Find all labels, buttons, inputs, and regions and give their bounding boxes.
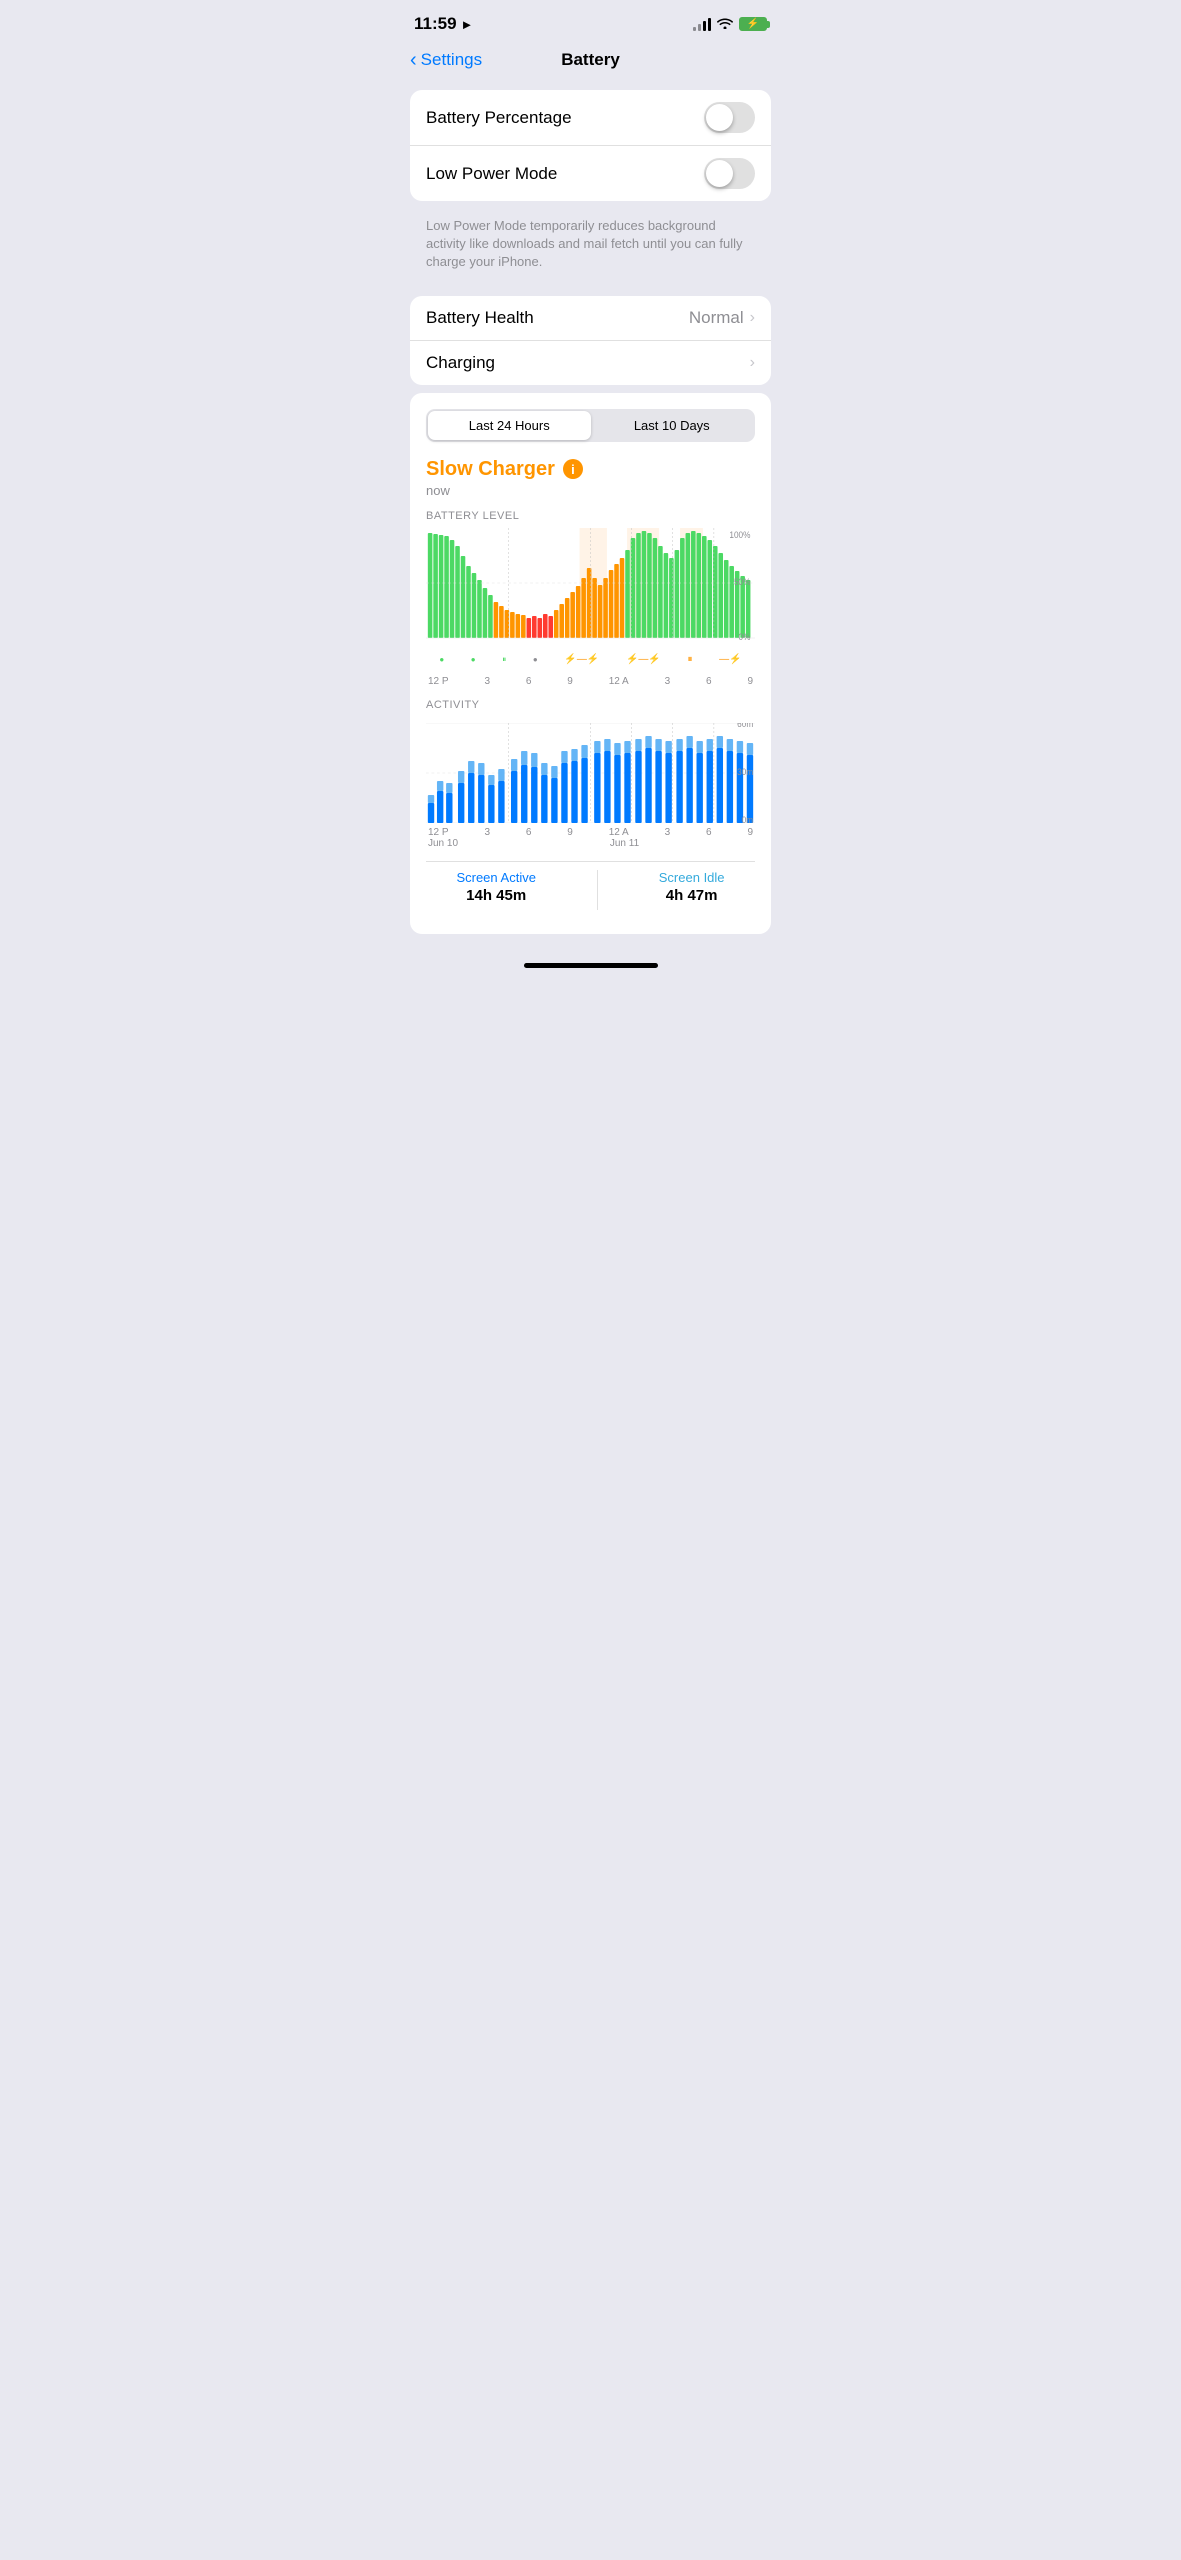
legend-divider (597, 870, 598, 910)
status-time: 11:59 ► (414, 14, 473, 34)
chart-timestamp: now (426, 483, 755, 498)
battery-health-row[interactable]: Battery Health Normal › (410, 296, 771, 341)
activity-label: ACTIVITY (426, 699, 755, 711)
svg-text:30m: 30m (737, 766, 753, 776)
wifi-icon (717, 16, 733, 32)
chevron-right-icon-2: › (750, 354, 755, 372)
toggle-section-card: Battery Percentage Low Power Mode (410, 90, 771, 201)
x-label-12p: 12 P (428, 676, 449, 687)
act-x-3: 3 (484, 827, 490, 838)
x-label-12a: 12 A (609, 676, 629, 687)
charging-icons-row: ● ● ⏸ ● ⚡—⚡ ⚡—⚡ ⏸ —⚡ (426, 652, 755, 668)
back-button[interactable]: ‹ Settings (410, 49, 482, 72)
battery-level-chart: 100% 50% 0% (426, 528, 755, 648)
bolt-icon-1: ⚡—⚡ (564, 654, 599, 665)
health-section-card: Battery Health Normal › Charging › (410, 296, 771, 385)
status-bar: 11:59 ► ⚡ (394, 0, 787, 42)
toggle-thumb (706, 104, 733, 131)
signal-bars-icon (693, 17, 711, 31)
battery-x-labels: 12 P 3 6 9 12 A 3 6 9 (426, 676, 755, 687)
act-x-12p: 12 P (428, 827, 449, 838)
battery-percentage-label: Battery Percentage (426, 108, 572, 128)
svg-text:0%: 0% (739, 631, 751, 641)
activity-chart-svg: 60m 30m 0m (426, 723, 755, 823)
x-label-9: 9 (567, 676, 573, 687)
date-jun10: Jun 10 (428, 838, 458, 849)
act-x-6: 6 (526, 827, 532, 838)
segment-last-10-days[interactable]: Last 10 Days (591, 411, 754, 440)
low-power-mode-label: Low Power Mode (426, 164, 557, 184)
chart-card: Last 24 Hours Last 10 Days Slow Charger … (410, 393, 771, 934)
status-icons: ⚡ (693, 16, 767, 32)
back-label: Settings (421, 50, 482, 70)
low-power-mode-toggle[interactable] (704, 158, 755, 189)
x-label-6: 6 (526, 676, 532, 687)
pause-icon-1: ⏸ (688, 654, 693, 665)
date-jun11: Jun 11 (610, 838, 639, 849)
battery-health-right: Normal › (689, 308, 755, 328)
activity-chart: 60m 30m 0m (426, 723, 755, 823)
x-label-3: 3 (484, 676, 490, 687)
plug-icon-4: ● (533, 655, 538, 664)
slow-charger-label: Slow Charger (426, 458, 555, 481)
battery-level-label: BATTERY LEVEL (426, 510, 755, 522)
segment-last-24-hours[interactable]: Last 24 Hours (428, 411, 591, 440)
battery-percentage-toggle[interactable] (704, 102, 755, 133)
plug-icon-3: ⏸ (502, 655, 506, 665)
chevron-right-icon: › (750, 309, 755, 327)
charging-right: › (750, 354, 755, 372)
svg-text:50%: 50% (734, 576, 751, 586)
battery-percentage-row: Battery Percentage (410, 90, 771, 146)
svg-text:100%: 100% (729, 529, 750, 539)
toggle-thumb-2 (706, 160, 733, 187)
act-x-3b: 3 (665, 827, 671, 838)
segment-control[interactable]: Last 24 Hours Last 10 Days (426, 409, 755, 442)
x-label-9b: 9 (747, 676, 753, 687)
screen-idle-item: Screen Idle 4h 47m (659, 870, 725, 910)
act-x-6b: 6 (706, 827, 712, 838)
bolt-icon-3: —⚡ (719, 654, 741, 665)
screen-active-value: 14h 45m (456, 887, 536, 904)
chevron-left-icon: ‹ (410, 49, 417, 72)
battery-health-value: Normal (689, 308, 744, 328)
nav-bar: ‹ Settings Battery (394, 42, 787, 82)
slow-charger-row: Slow Charger i (426, 458, 755, 481)
screen-active-label: Screen Active (456, 870, 536, 885)
battery-icon: ⚡ (739, 17, 767, 31)
home-bar (524, 963, 658, 968)
plug-icon-1: ● (439, 655, 444, 664)
x-label-3b: 3 (665, 676, 671, 687)
battery-health-label: Battery Health (426, 308, 534, 328)
bolt-icon-2: ⚡—⚡ (626, 654, 661, 665)
home-indicator (394, 942, 787, 976)
screen-idle-label: Screen Idle (659, 870, 725, 885)
battery-chart-svg: 100% 50% 0% (426, 528, 755, 648)
screen-idle-value: 4h 47m (659, 887, 725, 904)
svg-text:0m: 0m (742, 814, 753, 822)
svg-text:60m: 60m (737, 723, 753, 729)
charging-row[interactable]: Charging › (410, 341, 771, 385)
low-power-mode-helper: Low Power Mode temporarily reduces backg… (394, 209, 787, 288)
act-x-9: 9 (567, 827, 573, 838)
x-label-6b: 6 (706, 676, 712, 687)
screen-active-item: Screen Active 14h 45m (456, 870, 536, 910)
info-badge[interactable]: i (563, 459, 583, 479)
date-labels: Jun 10 Jun 11 (426, 838, 755, 849)
page-title: Battery (561, 50, 620, 70)
activity-x-labels: 12 P 3 6 9 12 A 3 6 9 (426, 827, 755, 838)
low-power-mode-row: Low Power Mode (410, 146, 771, 201)
act-x-12a: 12 A (609, 827, 629, 838)
plug-icon-2: ● (471, 655, 476, 664)
screen-legend: Screen Active 14h 45m Screen Idle 4h 47m (426, 861, 755, 918)
act-x-9b: 9 (747, 827, 753, 838)
charging-label: Charging (426, 353, 495, 373)
